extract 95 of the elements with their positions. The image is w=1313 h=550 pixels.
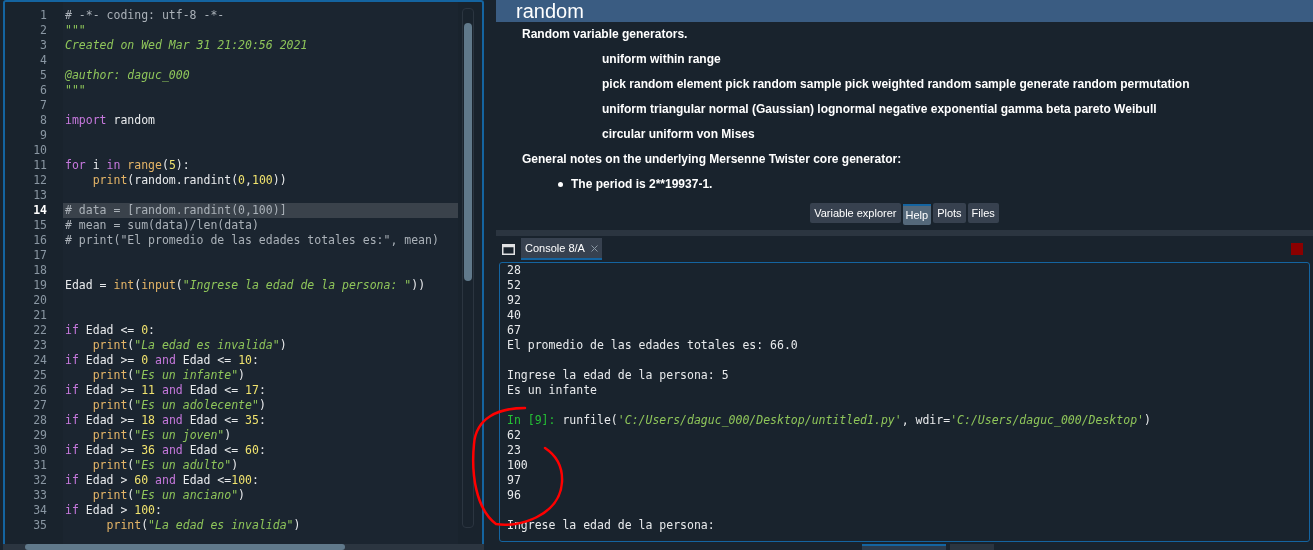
- code-line: print("Es un adulto"): [91, 458, 239, 472]
- code-line: # -*- coding: utf-8 -*-: [65, 8, 225, 22]
- code-line: import random: [65, 113, 155, 127]
- stop-button[interactable]: [1291, 243, 1303, 255]
- line-number: 27: [33, 398, 47, 413]
- console-line: 40: [507, 308, 521, 322]
- line-number: 17: [33, 248, 47, 263]
- line-number: 26: [33, 383, 47, 398]
- line-number: 16: [33, 233, 47, 248]
- line-number: 5: [40, 68, 47, 83]
- code-line: print("Es un anciano"): [91, 488, 246, 502]
- help-text: General notes on the underlying Mersenne Twister core generator:: [522, 152, 902, 167]
- code-line: Created on Wed Mar 31 21:20:56 2021: [65, 38, 308, 52]
- code-line: # data = [random.randint(0,100)]: [65, 203, 287, 217]
- line-number: 2: [40, 23, 47, 38]
- console-line: Es un infante: [507, 383, 597, 397]
- code-line: """: [65, 23, 86, 37]
- code-line: # print("El promedio de las edades totales es:", mean): [65, 233, 439, 247]
- console-line: 28: [507, 263, 521, 277]
- code-line: if Edad >= 18 and Edad <= 35:: [65, 413, 266, 427]
- code-line: for i in range(5):: [65, 158, 190, 172]
- code-line: Edad = int(input("Ingrese la edad de la persona: ")): [65, 278, 426, 292]
- code-line: if Edad > 60 and Edad <=100:: [65, 473, 259, 487]
- code-line: # mean = sum(data)/len(data): [65, 218, 259, 232]
- console-line: 23: [507, 443, 521, 457]
- code-line: print("La edad es invalida"): [91, 338, 287, 352]
- line-number: 8: [40, 113, 47, 128]
- line-number: 35: [33, 518, 47, 533]
- console-line: In [9]: runfile('C:/Users/daguc_000/Desktop/untitled1.py', wdir='C:/Users/daguc_000/Desktop'): [507, 413, 1151, 427]
- line-number: 1: [40, 8, 47, 23]
- help-text: circular uniform von Mises: [602, 127, 755, 142]
- console-tab[interactable]: Console 8/A: [521, 238, 602, 260]
- line-number: 12: [33, 173, 47, 188]
- code-line: print("Es un infante"): [91, 368, 246, 382]
- console-line: 96: [507, 488, 521, 502]
- bullet-icon: [558, 182, 563, 187]
- console-line: 92: [507, 293, 521, 307]
- code-line: print("La edad es invalida"): [105, 518, 301, 532]
- pane-tab[interactable]: Files: [967, 203, 999, 223]
- scrollbar-thumb[interactable]: [25, 544, 345, 550]
- console-line: 62: [507, 428, 521, 442]
- pane-tab[interactable]: [862, 544, 946, 550]
- help-text: uniform triangular normal (Gaussian) lognormal negative exponential gamma beta pareto Weibull: [602, 102, 1157, 117]
- console-line: El promedio de las edades totales es: 66.0: [507, 338, 798, 352]
- code-line: """: [65, 83, 86, 97]
- pane-tab[interactable]: Help: [902, 204, 932, 225]
- line-number: 30: [33, 443, 47, 458]
- line-number: 25: [33, 368, 47, 383]
- console-line: 52: [507, 278, 521, 292]
- line-number: 32: [33, 473, 47, 488]
- line-number: 6: [40, 83, 47, 98]
- console-line: Ingrese la edad de la persona: 5: [507, 368, 729, 382]
- line-number: 28: [33, 413, 47, 428]
- window-icon[interactable]: [502, 243, 515, 255]
- line-number: 22: [33, 323, 47, 338]
- line-number: 23: [33, 338, 47, 353]
- line-number: 21: [33, 308, 47, 323]
- help-title: random: [496, 0, 1313, 22]
- code-line: if Edad >= 0 and Edad <= 10:: [65, 353, 259, 367]
- line-number: 14: [33, 203, 47, 218]
- line-number: 13: [33, 188, 47, 203]
- code-line: if Edad <= 0:: [65, 323, 156, 337]
- pane-tab[interactable]: Variable explorer: [810, 203, 901, 223]
- code-line: print(random.randint(0,100)): [91, 173, 287, 187]
- line-number: 20: [33, 293, 47, 308]
- close-icon[interactable]: [590, 244, 598, 252]
- line-number: 9: [40, 128, 47, 143]
- code-line: print("Es un adolecente"): [91, 398, 266, 412]
- line-number: 3: [40, 38, 47, 53]
- line-number: 19: [33, 278, 47, 293]
- code-line: if Edad >= 36 and Edad <= 60:: [65, 443, 266, 457]
- line-number: 10: [33, 143, 47, 158]
- line-number: 7: [40, 98, 47, 113]
- console-line: 97: [507, 473, 521, 487]
- code-line: if Edad > 100:: [65, 503, 162, 517]
- line-number: 11: [33, 158, 47, 173]
- console-line: 100: [507, 458, 528, 472]
- line-number: 29: [33, 428, 47, 443]
- line-number: 24: [33, 353, 47, 368]
- help-text: uniform within range: [602, 52, 721, 67]
- line-number: 15: [33, 218, 47, 233]
- code-line: print("Es un joven"): [91, 428, 232, 442]
- line-number: 33: [33, 488, 47, 503]
- pane-tab[interactable]: Plots: [933, 203, 966, 223]
- scrollbar-thumb[interactable]: [464, 23, 472, 281]
- line-number: 4: [40, 53, 47, 68]
- help-text: The period is 2**19937-1.: [571, 177, 713, 192]
- line-number: 31: [33, 458, 47, 473]
- line-number: 34: [33, 503, 47, 518]
- help-text: Random variable generators.: [522, 27, 688, 42]
- code-line: if Edad >= 11 and Edad <= 17:: [65, 383, 266, 397]
- help-text: pick random element pick random sample pick weighted random sample generate random permutation: [602, 77, 1190, 92]
- code-line: @author: daguc_000: [65, 68, 190, 82]
- line-number: 18: [33, 263, 47, 278]
- console-line: 67: [507, 323, 521, 337]
